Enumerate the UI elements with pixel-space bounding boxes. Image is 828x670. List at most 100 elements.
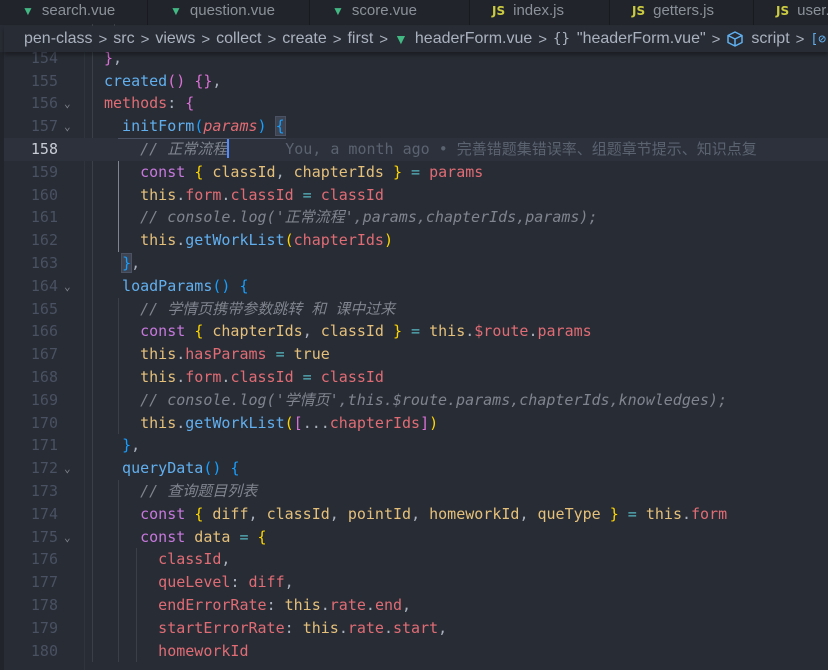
- line-number: 161: [30, 208, 58, 227]
- code-token: loadParams: [104, 276, 213, 295]
- code-line[interactable]: 164 ⌄ loadParams() {: [4, 275, 828, 298]
- code-line[interactable]: 172 ⌄ queryData() {: [4, 457, 828, 480]
- breadcrumb-item-create[interactable]: create: [282, 30, 326, 48]
- line-number: 162: [30, 231, 58, 250]
- code-token: chapterIds: [293, 162, 384, 181]
- code-line[interactable]: 180 homeworkId: [4, 640, 828, 663]
- fold-chevron-icon[interactable]: ⌄: [64, 532, 71, 543]
- tab-index-js[interactable]: JS index.js: [470, 0, 610, 25]
- tab-label: user.js: [797, 2, 828, 19]
- js-icon: JS: [776, 3, 790, 18]
- code-token: {: [185, 94, 195, 113]
- code-text: this.form.classId = classId: [104, 366, 384, 389]
- breadcrumb-module[interactable]: "headerForm.vue": [577, 30, 706, 48]
- breadcrumb-item-views[interactable]: views: [155, 30, 195, 48]
- code-token: ,: [402, 596, 412, 614]
- code-line[interactable]: 155 created() {},: [4, 70, 828, 93]
- js-icon: JS: [632, 3, 646, 18]
- code-line[interactable]: 160 this.form.classId = classId: [4, 184, 828, 207]
- code-line[interactable]: 177 queLevel: diff,: [4, 571, 828, 594]
- code-line[interactable]: 173 // 查询题目列表: [4, 480, 828, 503]
- breadcrumb-item-pen-class[interactable]: pen-class: [24, 30, 92, 48]
- code-token: $route: [474, 322, 529, 341]
- breadcrumb-separator: >: [538, 30, 548, 48]
- code-token: queryData: [104, 459, 204, 478]
- breadcrumb-section[interactable]: script: [751, 30, 789, 48]
- code-token: start: [393, 618, 439, 637]
- line-number: 175: [30, 527, 58, 546]
- line-number: 176: [30, 550, 58, 569]
- code-token: .: [320, 596, 330, 614]
- code-token: initForm: [104, 117, 195, 136]
- code-text: queLevel: diff,: [104, 571, 293, 594]
- code-token: this: [104, 345, 177, 364]
- code-token: ,: [131, 254, 141, 272]
- code-token: // 学情页携带参数跳转 和 课中过来: [104, 299, 396, 318]
- code-token: =: [402, 322, 430, 341]
- code-token: ): [429, 413, 439, 432]
- code-text: },: [104, 252, 140, 275]
- breadcrumb-item-src[interactable]: src: [113, 30, 134, 48]
- code-token: ): [383, 231, 393, 250]
- code-token: getWorkList: [185, 231, 285, 250]
- fold-chevron-icon[interactable]: ⌄: [64, 98, 71, 109]
- code-line[interactable]: 166 const { chapterIds, classId } = this…: [4, 320, 828, 343]
- code-token: [: [293, 413, 303, 432]
- code-text: const { classId, chapterIds } = params: [104, 161, 483, 184]
- line-number: 163: [30, 254, 58, 272]
- fold-chevron-icon[interactable]: ⌄: [64, 121, 71, 132]
- code-token: =: [293, 185, 321, 204]
- code-token: classId: [230, 368, 294, 386]
- code-line[interactable]: 167 this.hasParams = true: [4, 343, 828, 366]
- code-token: classId: [203, 162, 276, 181]
- tab-getters-js[interactable]: JS getters.js: [610, 0, 754, 25]
- code-token: }: [122, 436, 132, 455]
- code-text: // 查询题目列表: [104, 480, 257, 503]
- code-text: methods: {: [104, 92, 194, 115]
- code-line[interactable]: 169 // console.log('学情页',this.$route.par…: [4, 389, 828, 412]
- code-token: homeworkId: [429, 504, 520, 523]
- code-line[interactable]: 156 ⌄ methods: {: [4, 92, 828, 115]
- code-line[interactable]: 168 this.form.classId = classId: [4, 366, 828, 389]
- code-line[interactable]: 159 const { classId, chapterIds } = para…: [4, 161, 828, 184]
- code-token: classId: [320, 322, 384, 341]
- tab-user-js[interactable]: JS user.js: [754, 0, 828, 25]
- code-line[interactable]: 174 const { diff, classId, pointId, home…: [4, 503, 828, 526]
- code-line[interactable]: 170 this.getWorkList([...chapterIds]): [4, 412, 828, 435]
- code-line[interactable]: 163 },: [4, 252, 828, 275]
- code-line[interactable]: 171 },: [4, 434, 828, 457]
- code-text: this.hasParams = true: [104, 343, 330, 366]
- tab-score-vue[interactable]: ▼ score.vue: [310, 0, 470, 25]
- code-line[interactable]: 158 // 正常流程 You, a month ago • 完善错题集错误率、组…: [4, 138, 828, 161]
- breadcrumb-item-collect[interactable]: collect: [216, 30, 261, 48]
- breadcrumb-file[interactable]: headerForm.vue: [415, 30, 532, 48]
- code-editor[interactable]: 153 }154},155created() {},156⌄methods: {…: [4, 24, 828, 670]
- breadcrumb-separator: >: [711, 30, 721, 48]
- fold-chevron-icon[interactable]: ⌄: [64, 281, 71, 292]
- code-token: queType: [537, 504, 601, 523]
- code-line[interactable]: 175 ⌄ const data = {: [4, 526, 828, 549]
- code-line[interactable]: 161 // console.log('正常流程',params,chapter…: [4, 206, 828, 229]
- code-line[interactable]: 162 this.getWorkList(chapterIds): [4, 229, 828, 252]
- fold-chevron-icon[interactable]: ⌄: [64, 463, 71, 474]
- code-line[interactable]: 165 // 学情页携带参数跳转 和 课中过来: [4, 298, 828, 321]
- code-token: ,: [212, 71, 222, 90]
- code-token: const: [104, 527, 186, 546]
- code-text: this.form.classId = classId: [104, 184, 384, 207]
- code-token: // 正常流程: [104, 140, 228, 158]
- code-line[interactable]: 176 classId,: [4, 548, 828, 571]
- tab-label: question.vue: [189, 2, 275, 19]
- code-line[interactable]: 179 startErrorRate: this.rate.start,: [4, 617, 828, 640]
- tab-search-vue[interactable]: ▼ search.vue: [0, 0, 148, 25]
- text-cursor: [227, 138, 230, 158]
- breadcrumb-item-first[interactable]: first: [347, 30, 373, 48]
- code-line[interactable]: 157 ⌄ initForm(params) {: [4, 115, 828, 138]
- code-line[interactable]: 178 endErrorRate: this.rate.end,: [4, 594, 828, 617]
- code-text: classId,: [104, 548, 230, 571]
- code-token: this: [429, 322, 466, 341]
- code-token: ,: [411, 504, 430, 523]
- code-token: (: [194, 117, 204, 136]
- tab-question-vue[interactable]: ▼ question.vue: [148, 0, 310, 25]
